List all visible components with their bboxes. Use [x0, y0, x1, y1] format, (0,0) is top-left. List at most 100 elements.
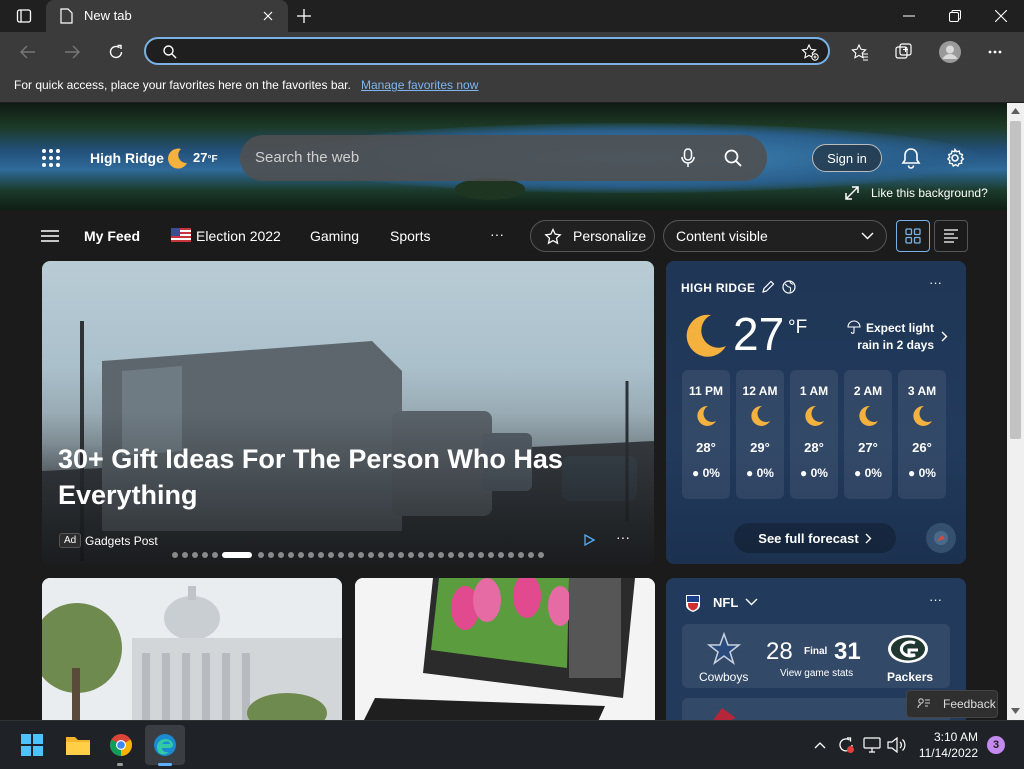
notification-count-badge[interactable]: 3: [987, 736, 1005, 754]
sync-status-icon[interactable]: [836, 735, 856, 755]
header-temp[interactable]: 27°F: [193, 150, 218, 165]
collections-icon[interactable]: [894, 42, 914, 62]
carousel-dot[interactable]: [378, 552, 384, 558]
grid-view-icon[interactable]: [896, 220, 930, 252]
carousel-dot[interactable]: [518, 552, 524, 558]
weather-card[interactable]: HIGH RIDGE ··· 27 °F Expect light rain i…: [666, 261, 966, 564]
manage-favorites-link[interactable]: Manage favorites now: [361, 78, 478, 92]
ad-choices-icon[interactable]: [582, 533, 596, 547]
tab-my-feed[interactable]: My Feed: [84, 228, 140, 244]
carousel-dot[interactable]: [448, 552, 454, 558]
address-bar[interactable]: [144, 37, 830, 65]
volume-icon[interactable]: [886, 735, 908, 755]
carousel-dot[interactable]: [258, 552, 264, 558]
carousel-dot[interactable]: [388, 552, 394, 558]
tab-gaming[interactable]: Gaming: [310, 228, 359, 244]
scroll-down-arrow-icon[interactable]: [1010, 706, 1021, 716]
story-card-monitor[interactable]: [355, 578, 655, 720]
league-name[interactable]: NFL: [713, 595, 738, 610]
apps-launcher-icon[interactable]: [40, 147, 62, 169]
chrome-icon[interactable]: [108, 732, 134, 758]
carousel-dot[interactable]: [498, 552, 504, 558]
tab-election-2022[interactable]: Election 2022: [196, 228, 281, 244]
vertical-scrollbar[interactable]: [1007, 103, 1024, 720]
content-visibility-dropdown[interactable]: Content visible: [663, 220, 887, 252]
locate-globe-icon[interactable]: [781, 279, 797, 295]
forecast-summary[interactable]: Expect light rain in 2 days: [856, 320, 934, 354]
weather-location[interactable]: High Ridge: [90, 150, 164, 166]
windows-start-icon[interactable]: [20, 733, 44, 757]
carousel-dot[interactable]: [458, 552, 464, 558]
carousel-dot[interactable]: [318, 552, 324, 558]
chevron-down-icon[interactable]: [744, 595, 758, 609]
scrollbar-thumb[interactable]: [1010, 121, 1021, 439]
carousel-dot[interactable]: [298, 552, 304, 558]
edge-icon[interactable]: [152, 732, 178, 758]
close-window-icon[interactable]: [990, 6, 1012, 26]
clock[interactable]: 3:10 AM 11/14/2022: [916, 729, 978, 761]
tab-new-tab[interactable]: New tab: [46, 0, 288, 32]
carousel-dot[interactable]: [478, 552, 484, 558]
feedback-button[interactable]: Feedback: [906, 690, 998, 718]
carousel-dot[interactable]: [468, 552, 474, 558]
edit-pencil-icon[interactable]: [760, 279, 776, 295]
carousel-dot[interactable]: [428, 552, 434, 558]
page-settings-gear-icon[interactable]: [944, 146, 966, 170]
carousel-dot[interactable]: [338, 552, 344, 558]
carousel-dot[interactable]: [268, 552, 274, 558]
tab-actions-icon[interactable]: [14, 6, 34, 26]
carousel-dot[interactable]: [212, 552, 218, 558]
hourly-item[interactable]: 1 AM 28° ● 0%: [790, 370, 838, 499]
minimize-icon[interactable]: [898, 6, 920, 26]
tab-sports[interactable]: Sports: [390, 228, 430, 244]
carousel-dot[interactable]: [308, 552, 314, 558]
file-explorer-icon[interactable]: [64, 732, 92, 758]
microphone-icon[interactable]: [678, 148, 698, 168]
expand-background-icon[interactable]: [844, 185, 860, 201]
carousel-dot[interactable]: [348, 552, 354, 558]
favorites-icon[interactable]: [850, 42, 870, 62]
search-submit-icon[interactable]: [722, 148, 744, 168]
carousel-dot[interactable]: [408, 552, 414, 558]
personalize-button[interactable]: Personalize: [530, 220, 655, 252]
weather-card-more[interactable]: ···: [929, 275, 942, 290]
weather-map-icon[interactable]: [926, 523, 956, 553]
hero-story-card[interactable]: 30+ Gift Ideas For The Person Who Has Ev…: [42, 261, 654, 564]
web-search-box[interactable]: Search the web: [240, 135, 767, 181]
hero-headline[interactable]: 30+ Gift Ideas For The Person Who Has Ev…: [58, 441, 578, 513]
add-favorite-icon[interactable]: [800, 43, 820, 61]
carousel-dot[interactable]: [182, 552, 188, 558]
network-icon[interactable]: [862, 735, 882, 755]
view-game-stats-link[interactable]: View game stats: [780, 668, 853, 679]
hero-more-button[interactable]: ···: [616, 529, 630, 545]
carousel-dot[interactable]: [418, 552, 424, 558]
carousel-dot[interactable]: [368, 552, 374, 558]
hamburger-menu-icon[interactable]: [40, 227, 60, 245]
carousel-dot[interactable]: [438, 552, 444, 558]
carousel-dot[interactable]: [488, 552, 494, 558]
more-tabs-button[interactable]: ···: [490, 226, 504, 242]
list-view-icon[interactable]: [934, 220, 968, 252]
refresh-icon[interactable]: [106, 42, 126, 62]
story-card-capitol[interactable]: [42, 578, 342, 720]
carousel-dot[interactable]: [192, 552, 198, 558]
like-background-link[interactable]: Like this background?: [871, 186, 988, 200]
hourly-item[interactable]: 3 AM 26° ● 0%: [898, 370, 946, 499]
hourly-item[interactable]: 12 AM 29° ● 0%: [736, 370, 784, 499]
carousel-dot[interactable]: [358, 552, 364, 558]
carousel-dot[interactable]: [172, 552, 178, 558]
new-tab-icon[interactable]: [294, 6, 314, 26]
carousel-dot[interactable]: [278, 552, 284, 558]
sign-in-button[interactable]: Sign in: [812, 144, 882, 172]
back-icon[interactable]: [18, 42, 38, 62]
carousel-dot[interactable]: [528, 552, 534, 558]
carousel-dot[interactable]: [202, 552, 208, 558]
notifications-bell-icon[interactable]: [900, 146, 922, 170]
profile-avatar-icon[interactable]: [938, 40, 962, 64]
nfl-more[interactable]: ···: [929, 592, 942, 607]
settings-more-icon[interactable]: [984, 42, 1006, 62]
carousel-dot[interactable]: [398, 552, 404, 558]
close-tab-icon[interactable]: [260, 8, 276, 24]
see-full-forecast-button[interactable]: See full forecast: [734, 523, 896, 553]
forward-icon[interactable]: [62, 42, 82, 62]
